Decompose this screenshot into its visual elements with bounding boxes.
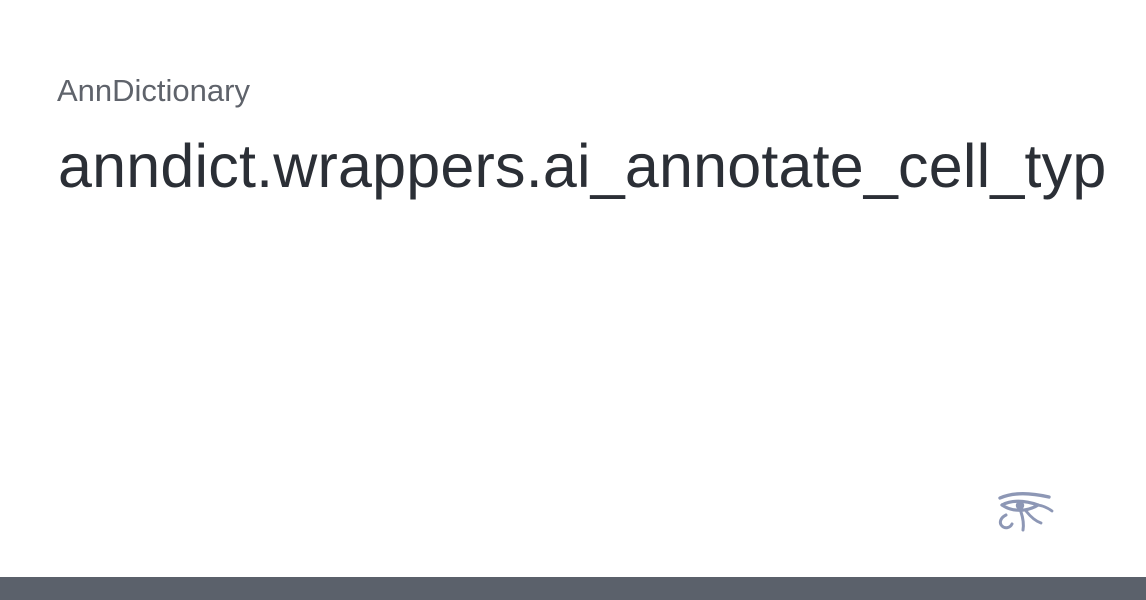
eye-of-horus-icon <box>998 492 1054 532</box>
page-title: anndict.wrappers.ai_annotate_cell_typ <box>58 132 1107 200</box>
footer-bar <box>0 577 1146 600</box>
social-preview-card: AnnDictionary anndict.wrappers.ai_annota… <box>0 0 1146 600</box>
project-name: AnnDictionary <box>57 73 250 108</box>
